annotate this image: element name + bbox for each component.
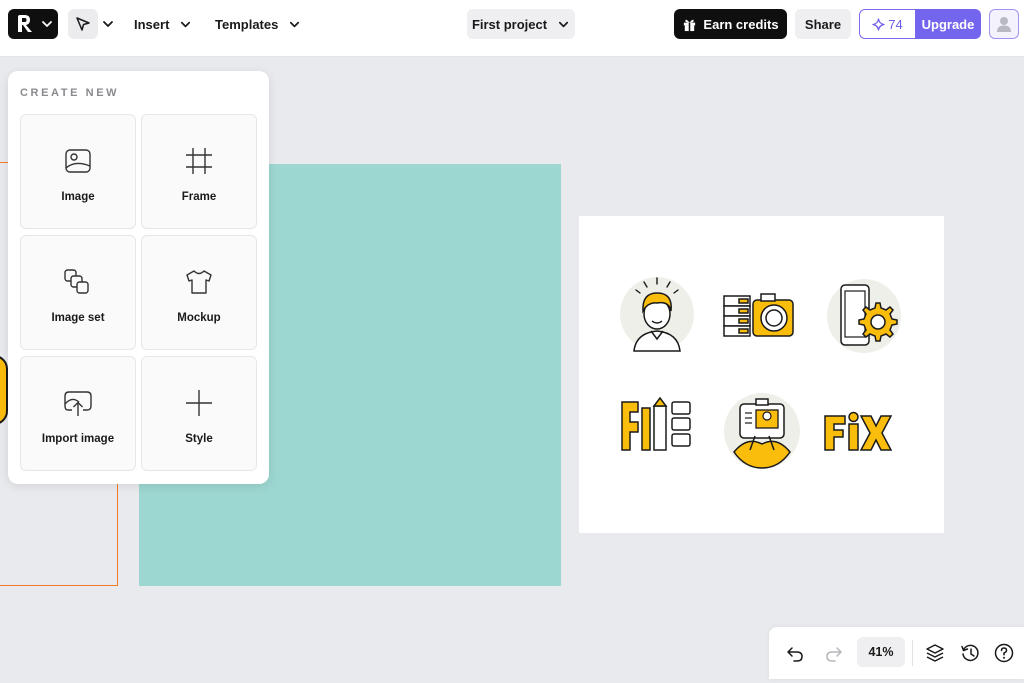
- templates-label: Templates: [215, 16, 279, 32]
- templates-menu[interactable]: Templates: [215, 12, 301, 36]
- chevron-down-icon: [290, 21, 300, 27]
- tile-label: Image: [61, 191, 95, 203]
- create-mockup-tile[interactable]: Mockup: [141, 235, 257, 350]
- insert-label: Insert: [134, 16, 170, 32]
- credits-count: 74: [888, 16, 903, 32]
- help-button[interactable]: [993, 642, 1015, 664]
- undo-button[interactable]: [784, 642, 806, 664]
- tile-label: Style: [185, 433, 213, 445]
- icon-set-image[interactable]: [579, 216, 944, 533]
- upgrade-button[interactable]: Upgrade: [915, 9, 981, 39]
- project-name: First project: [471, 16, 548, 32]
- person-icon: [612, 271, 702, 361]
- tile-label: Frame: [181, 191, 217, 203]
- undo-icon: [787, 647, 803, 662]
- share-label: Share: [804, 16, 842, 32]
- fix-text-icon: [819, 386, 909, 476]
- upgrade-label: Upgrade: [921, 16, 975, 32]
- history-button[interactable]: [959, 642, 981, 664]
- layers-button[interactable]: [924, 642, 946, 664]
- create-image-tile[interactable]: Image: [20, 114, 136, 229]
- create-new-panel: CREATE NEW Image Frame Image set Mockup …: [8, 71, 269, 484]
- tshirt-icon: [186, 270, 212, 294]
- redo-icon: [826, 647, 842, 662]
- redo-button[interactable]: [823, 642, 845, 664]
- create-new-title: CREATE NEW: [20, 87, 120, 99]
- plus-icon: [186, 390, 212, 416]
- share-button[interactable]: Share: [795, 9, 851, 39]
- create-image-set-tile[interactable]: Image set: [20, 235, 136, 350]
- frame-icon: [186, 148, 212, 174]
- text-pencil-icon: [612, 386, 702, 476]
- insert-menu[interactable]: Insert: [134, 12, 192, 36]
- credits-badge[interactable]: 74: [859, 9, 915, 39]
- divider: [912, 640, 913, 666]
- image-set-icon: [64, 269, 89, 294]
- yellow-shape[interactable]: [0, 355, 8, 425]
- history-icon: [961, 644, 979, 662]
- cloud-upload-icon: [64, 391, 92, 416]
- user-icon: [997, 17, 1011, 32]
- tile-label: Mockup: [177, 312, 221, 324]
- bottom-toolbar: 41%: [769, 627, 1024, 679]
- chevron-down-icon: [42, 21, 52, 27]
- logo-icon: [18, 15, 32, 32]
- select-tool-button[interactable]: [68, 9, 98, 39]
- layers-icon: [926, 644, 944, 662]
- earn-credits-button[interactable]: Earn credits: [674, 9, 787, 39]
- project-selector[interactable]: First project: [467, 9, 575, 39]
- help-icon: [994, 643, 1014, 663]
- earn-credits-label: Earn credits: [703, 16, 779, 32]
- sparkle-icon: [872, 17, 885, 31]
- avatar[interactable]: [989, 9, 1019, 39]
- chevron-down-icon: [559, 21, 569, 27]
- create-style-tile[interactable]: Style: [141, 356, 257, 471]
- camera-server-icon: [717, 271, 807, 361]
- gift-icon: [684, 19, 696, 31]
- create-frame-tile[interactable]: Frame: [141, 114, 257, 229]
- chevron-down-icon: [181, 21, 191, 27]
- id-card-hands-icon: [717, 386, 807, 476]
- phone-gear-icon: [819, 271, 909, 361]
- cursor-icon: [76, 17, 90, 31]
- app-menu-button[interactable]: [8, 9, 58, 39]
- import-image-tile[interactable]: Import image: [20, 356, 136, 471]
- top-bar: Insert Templates First project Earn cred…: [0, 0, 1024, 57]
- image-icon: [65, 149, 91, 173]
- zoom-level: 41%: [868, 645, 894, 659]
- chevron-down-icon[interactable]: [101, 17, 115, 31]
- tile-label: Import image: [41, 433, 115, 445]
- zoom-level-button[interactable]: 41%: [857, 637, 905, 667]
- tile-label: Image set: [51, 312, 105, 324]
